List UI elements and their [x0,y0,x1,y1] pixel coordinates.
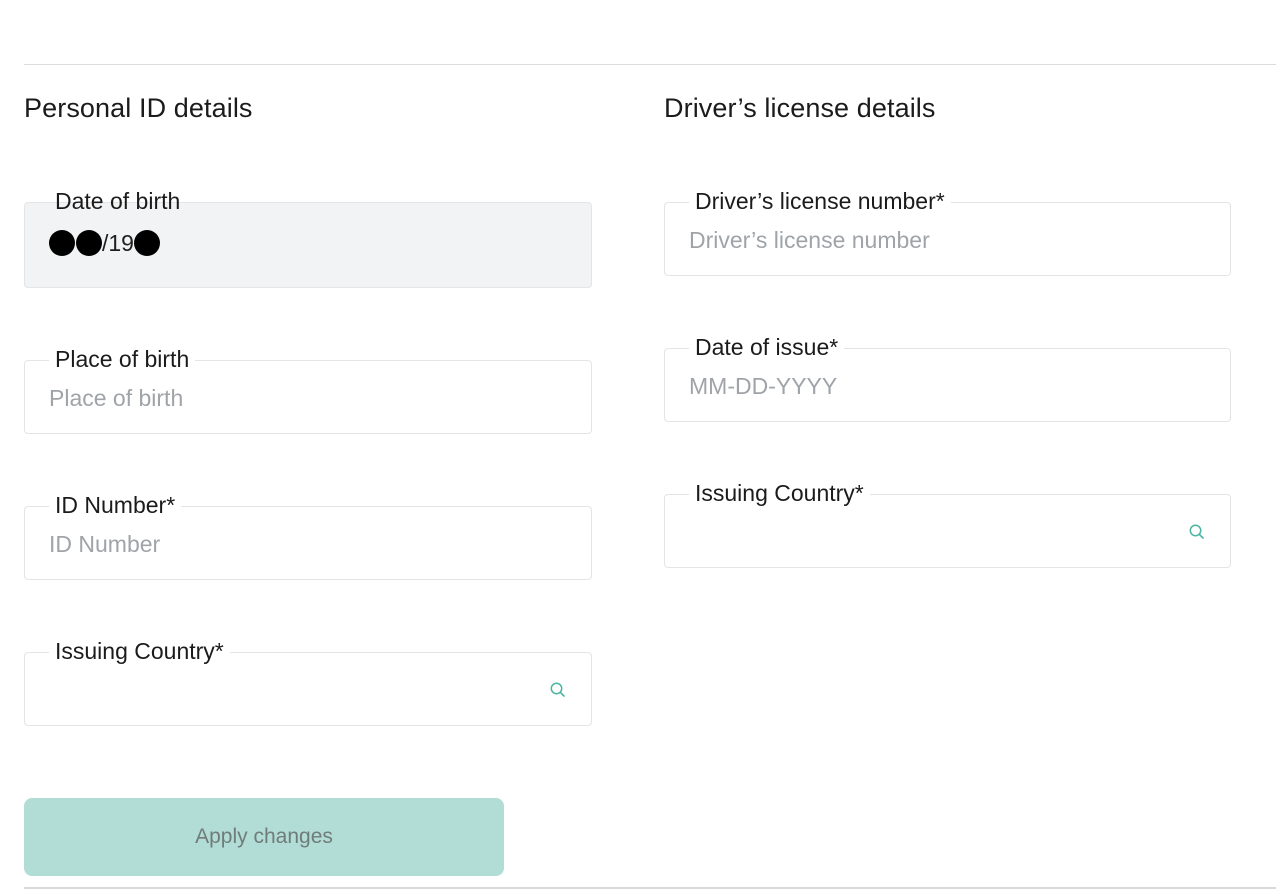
license-number-label: Driver’s license number* [689,186,951,216]
license-issuing-country-label: Issuing Country* [689,478,870,508]
drivers-license-title: Driver’s license details [664,93,936,123]
personal-issuing-country-field[interactable]: Issuing Country* [24,636,592,726]
id-number-field[interactable]: ID Number* ID Number [24,490,592,580]
license-issuing-country-field[interactable]: Issuing Country* [664,478,1231,568]
license-number-input[interactable]: Driver’s license number [689,226,930,254]
bottom-divider [24,887,1276,889]
search-icon[interactable] [1188,523,1206,541]
date-of-birth-value: /19 [49,229,160,257]
date-of-issue-input[interactable]: MM-DD-YYYY [689,372,837,400]
redaction-mark [49,230,75,256]
place-of-birth-input[interactable]: Place of birth [49,384,183,412]
date-of-issue-field[interactable]: Date of issue* MM-DD-YYYY [664,332,1231,422]
date-of-birth-label: Date of birth [55,188,181,214]
id-number-label: ID Number* [49,490,182,520]
redaction-mark [133,230,160,256]
apply-changes-button[interactable]: Apply changes [24,798,504,876]
date-of-birth-visible-text: /19 [102,230,134,256]
date-of-issue-label: Date of issue* [689,332,845,362]
license-number-field[interactable]: Driver’s license number* Driver’s licens… [664,186,1231,276]
personal-id-title: Personal ID details [24,93,253,123]
place-of-birth-field[interactable]: Place of birth Place of birth [24,344,592,434]
place-of-birth-label: Place of birth [49,344,196,374]
date-of-birth-field: Date of birth /19 [24,188,592,288]
top-divider [24,64,1276,65]
search-icon[interactable] [549,681,567,699]
personal-issuing-country-label: Issuing Country* [49,636,230,666]
redaction-mark [76,230,102,256]
id-number-input[interactable]: ID Number [49,530,160,558]
